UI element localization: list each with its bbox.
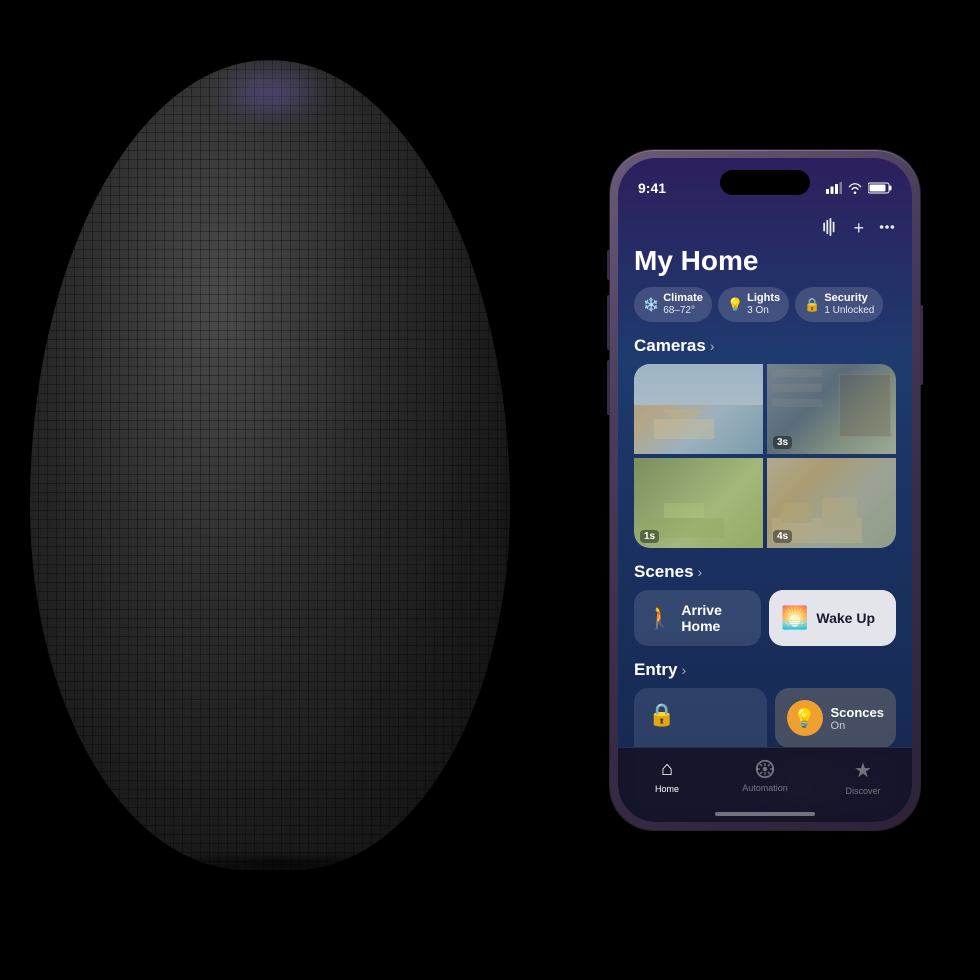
arrive-home-icon: 🚶 [646, 605, 673, 631]
scenes-section: 🚶 Arrive Home 🌅 Wake Up [618, 590, 912, 646]
discover-tab-label: Discover [845, 786, 880, 796]
add-button[interactable]: + [853, 218, 864, 241]
camera-4-timestamp: 4s [773, 530, 792, 543]
tab-discover[interactable]: ★ Discover [814, 758, 912, 796]
entry-chevron: › [681, 662, 686, 678]
entry-title: Entry [634, 660, 677, 680]
home-tab-label: Home [655, 784, 679, 794]
lights-icon: 💡 [727, 297, 743, 313]
tab-bar: ⌂ Home Automation ★ Discover [618, 747, 912, 822]
dynamic-island [720, 170, 810, 195]
wake-up-scene[interactable]: 🌅 Wake Up [769, 590, 896, 646]
scenes-title: Scenes [634, 562, 694, 582]
sconces-status: On [831, 720, 884, 732]
page-title: My Home [634, 245, 896, 277]
home-indicator [715, 812, 815, 816]
camera-tile-1[interactable] [634, 364, 763, 454]
lights-value: 3 On [747, 305, 780, 317]
climate-icon: ❄️ [643, 297, 659, 313]
front-door-lock-icon: 🔒 [648, 702, 753, 728]
homepod-mesh [30, 60, 510, 870]
security-pill[interactable]: 🔒 Security 1 Unlocked [795, 287, 883, 322]
more-button[interactable] [878, 218, 896, 241]
discover-tab-icon: ★ [854, 758, 872, 783]
climate-value: 68–72° [663, 305, 703, 317]
camera-tile-3[interactable]: 1s [634, 458, 763, 548]
automation-tab-icon [754, 758, 776, 780]
iphone-volume-down-button [607, 360, 610, 415]
sconces-name: Sconces [831, 705, 884, 720]
wake-up-icon: 🌅 [781, 605, 808, 631]
iphone-frame: 9:41 [610, 150, 920, 830]
homepod-glow [230, 80, 310, 105]
lights-label: Lights [747, 292, 780, 305]
climate-pill[interactable]: ❄️ Climate 68–72° [634, 287, 712, 322]
arrive-home-label: Arrive Home [681, 602, 749, 634]
cameras-title: Cameras [634, 336, 706, 356]
scenes-chevron: › [698, 564, 703, 580]
screen-content: + My Home ❄️ [618, 210, 912, 822]
security-label: Security [824, 292, 874, 305]
entry-section-header[interactable]: Entry › [618, 660, 912, 680]
climate-label: Climate [663, 292, 703, 305]
scenes-grid: 🚶 Arrive Home 🌅 Wake Up [634, 590, 896, 646]
signal-icon [826, 182, 842, 194]
status-time: 9:41 [638, 180, 666, 196]
homepod-top [190, 60, 350, 120]
homepod-body [30, 60, 510, 870]
homepod [30, 60, 530, 880]
cameras-section: 3s 1s [618, 364, 912, 548]
security-icon: 🔒 [804, 297, 820, 313]
camera-3-timestamp: 1s [640, 530, 659, 543]
cameras-chevron: › [710, 338, 715, 354]
iphone-power-button [920, 305, 923, 385]
header-actions: + [634, 218, 896, 241]
app-header: + My Home ❄️ [618, 210, 912, 322]
siri-button[interactable] [821, 218, 839, 241]
iphone-volume-up-button [607, 295, 610, 350]
scenes-section-header[interactable]: Scenes › [618, 562, 912, 582]
wake-up-label: Wake Up [816, 610, 875, 626]
iphone: 9:41 [610, 150, 920, 830]
sconces-icon: 💡 [787, 700, 823, 736]
arrive-home-scene[interactable]: 🚶 Arrive Home [634, 590, 761, 646]
wifi-icon [847, 182, 863, 194]
sconces-info: Sconces On [831, 705, 884, 732]
iphone-silent-button [607, 250, 610, 280]
tab-automation[interactable]: Automation [716, 758, 814, 793]
homepod-shadow [90, 850, 470, 880]
lights-pill[interactable]: 💡 Lights 3 On [718, 287, 789, 322]
iphone-screen: 9:41 [618, 158, 912, 822]
battery-icon [868, 182, 892, 194]
camera-2-timestamp: 3s [773, 436, 792, 449]
security-value: 1 Unlocked [824, 305, 874, 317]
status-icons [826, 182, 892, 194]
camera-tile-2[interactable]: 3s [767, 364, 896, 454]
automation-tab-label: Automation [742, 783, 788, 793]
tab-home[interactable]: ⌂ Home [618, 758, 716, 794]
sconces-card[interactable]: 💡 Sconces On [775, 688, 896, 748]
status-pills: ❄️ Climate 68–72° 💡 Lights 3 On [634, 287, 896, 322]
camera-tile-4[interactable]: 4s [767, 458, 896, 548]
cameras-grid: 3s 1s [634, 364, 896, 548]
cameras-section-header[interactable]: Cameras › [618, 336, 912, 356]
home-tab-icon: ⌂ [661, 758, 673, 781]
